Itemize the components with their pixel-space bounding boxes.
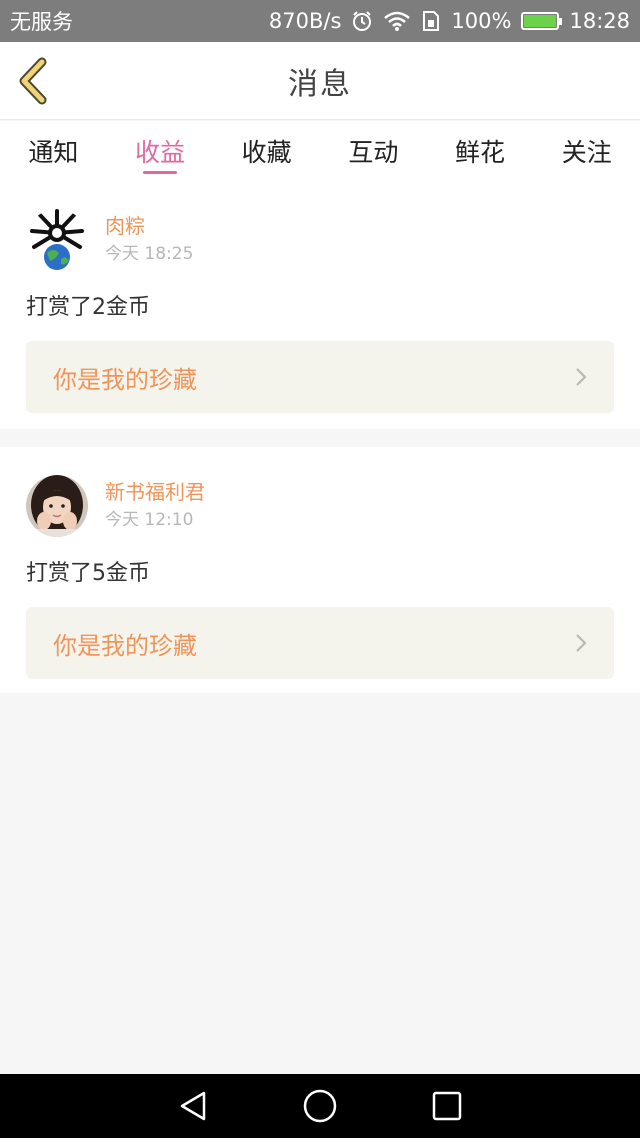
avatar[interactable]: [26, 209, 88, 271]
wifi-icon: [384, 11, 411, 31]
navigation-bar: [0, 1074, 640, 1138]
square-recents-icon: [432, 1091, 461, 1121]
tab-follow[interactable]: 关注: [533, 121, 640, 181]
carrier-text: 无服务: [10, 10, 73, 34]
back-button[interactable]: [14, 56, 54, 106]
message-time: 今天 12:10: [105, 510, 194, 530]
tab-bar: 通知 收益 收藏 互动 鲜花 关注: [0, 121, 640, 181]
tab-flowers[interactable]: 鲜花: [427, 121, 534, 181]
tab-earnings[interactable]: 收益: [107, 121, 214, 181]
tab-notice[interactable]: 通知: [0, 121, 107, 181]
header: 消息: [0, 42, 640, 120]
chevron-right-icon: [576, 368, 587, 386]
book-title: 你是我的珍藏: [53, 365, 197, 394]
reward-text: 打赏了2金币: [26, 295, 150, 320]
message-card: 肉粽 今天 18:25 打赏了2金币 你是我的珍藏: [0, 181, 640, 429]
message-time: 今天 18:25: [105, 244, 194, 264]
sim-icon: [423, 11, 440, 31]
reward-text: 打赏了5金币: [26, 561, 150, 586]
user-meta: 肉粽 今天 18:25: [105, 209, 193, 267]
book-link[interactable]: 你是我的珍藏: [26, 341, 614, 413]
message-card: 新书福利君 今天 12:10 打赏了5金币 你是我的珍藏: [0, 447, 640, 693]
battery-icon: [521, 12, 563, 30]
chevron-right-icon: [576, 634, 587, 652]
avatar-image: [26, 475, 88, 537]
alarm-icon: [353, 11, 372, 31]
book-title: 你是我的珍藏: [53, 631, 197, 660]
user-name[interactable]: 新书福利君: [105, 479, 205, 505]
user-name[interactable]: 肉粽: [105, 213, 193, 239]
nav-back-button[interactable]: [168, 1081, 218, 1131]
network-speed: 870B/s: [268, 9, 342, 33]
book-link[interactable]: 你是我的珍藏: [26, 607, 614, 679]
user-row: 肉粽 今天 18:25: [26, 181, 614, 271]
nav-recents-button[interactable]: [422, 1081, 472, 1131]
back-chevron-icon: [19, 57, 47, 105]
status-icons: 870B/s 100% 18:28: [269, 9, 630, 33]
tab-interaction[interactable]: 互动: [320, 121, 427, 181]
nav-home-button[interactable]: [295, 1081, 345, 1131]
triangle-back-icon: [181, 1091, 206, 1121]
circle-home-icon: [303, 1089, 337, 1123]
clock: 18:28: [569, 9, 630, 33]
status-bar: 无服务 870B/s 100% 18:28: [0, 0, 640, 42]
tab-favorites[interactable]: 收藏: [213, 121, 320, 181]
battery-percent: 100%: [451, 9, 512, 33]
avatar[interactable]: [26, 475, 88, 537]
avatar-image: [26, 209, 88, 271]
user-row: 新书福利君 今天 12:10: [26, 447, 614, 537]
user-meta: 新书福利君 今天 12:10: [105, 475, 205, 533]
page-title: 消息: [288, 66, 352, 102]
